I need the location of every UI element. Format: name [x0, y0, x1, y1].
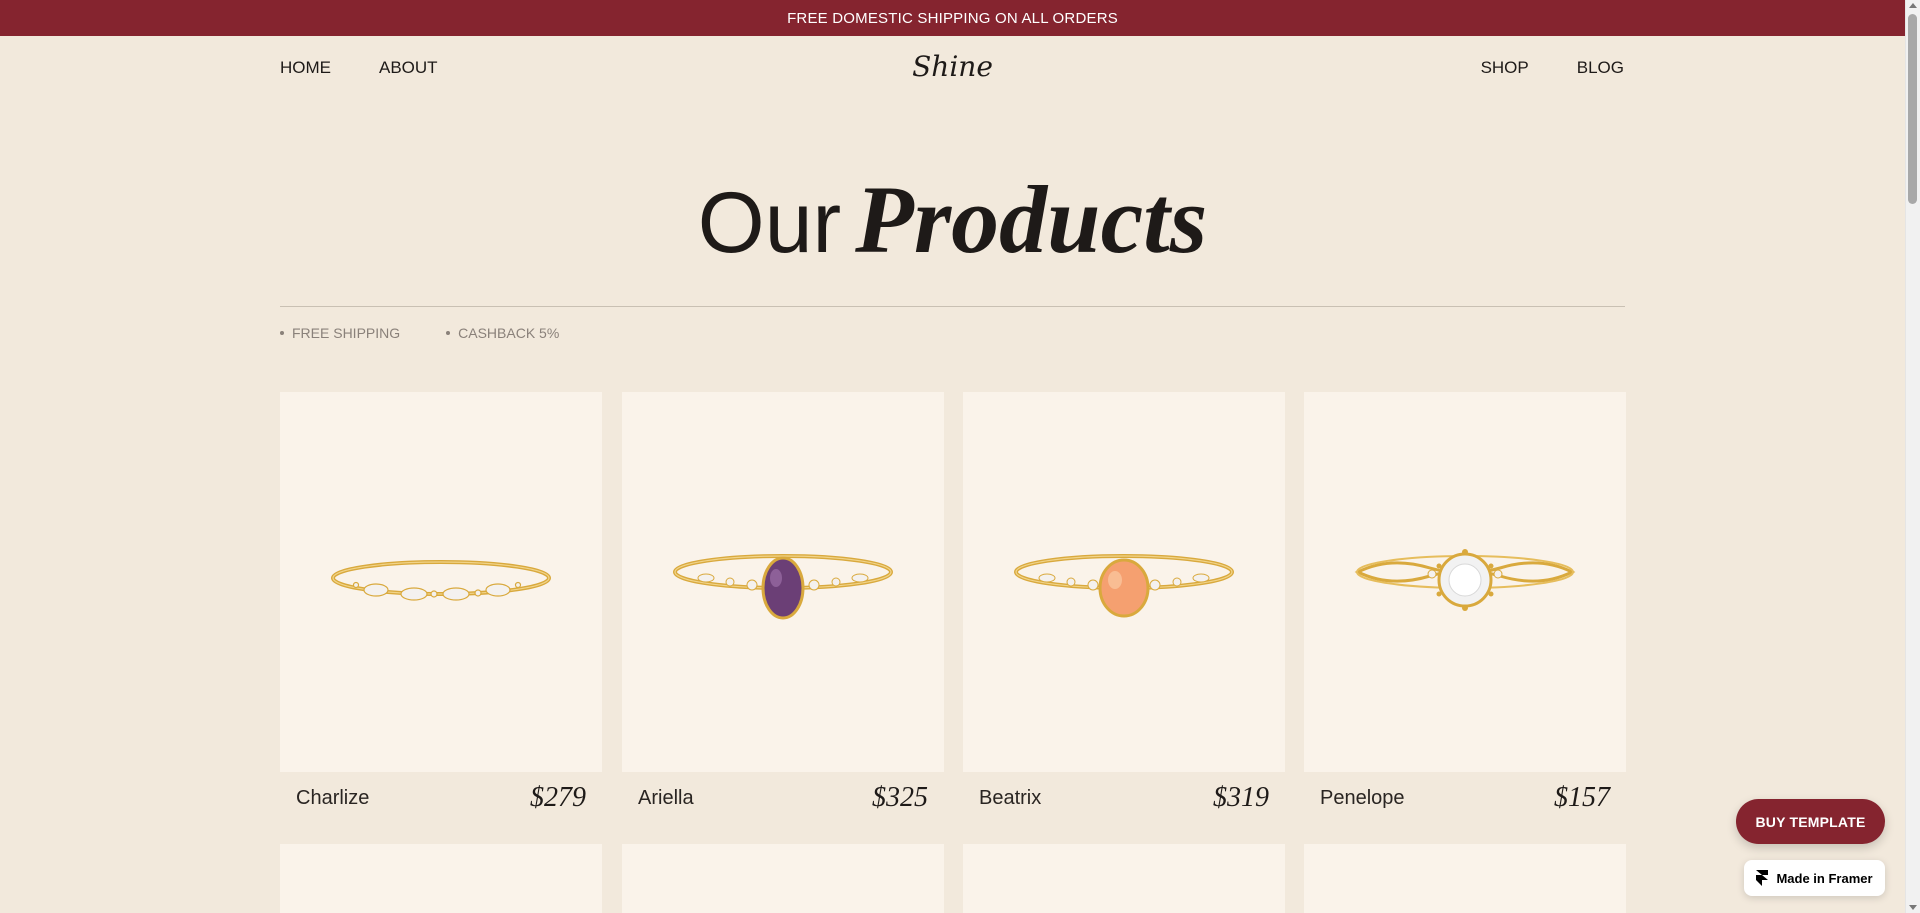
product-meta: Charlize $279: [280, 782, 602, 814]
product-meta: Beatrix $319: [963, 782, 1285, 814]
bullet-icon: [446, 331, 451, 335]
feature-item: CASHBACK 5%: [446, 325, 559, 341]
nav-right: SHOP BLOG: [1481, 58, 1624, 78]
buy-template-button[interactable]: BUY TEMPLATE: [1736, 799, 1885, 844]
product-name[interactable]: Penelope: [1320, 787, 1405, 810]
scroll-down-icon[interactable]: [1909, 905, 1917, 910]
bullet-icon: [280, 331, 284, 335]
product-meta: Penelope $157: [1304, 782, 1626, 814]
made-in-framer-label: Made in Framer: [1776, 870, 1873, 886]
feature-label: FREE SHIPPING: [292, 325, 401, 341]
product-card[interactable]: Charlize $279: [280, 392, 602, 814]
ring-icon: [331, 560, 551, 601]
scrollbar[interactable]: [1905, 0, 1920, 913]
stone-row: [352, 581, 522, 601]
ring-icon: [673, 554, 893, 620]
product-price: $157: [1554, 782, 1610, 813]
product-image[interactable]: [963, 392, 1285, 772]
product-card-next[interactable]: [963, 844, 1285, 913]
product-name[interactable]: Charlize: [296, 787, 369, 810]
product-card-next[interactable]: [280, 844, 602, 913]
product-meta: Ariella $325: [622, 782, 944, 814]
made-in-framer-badge[interactable]: Made in Framer: [1744, 860, 1885, 896]
product-price: $279: [530, 782, 586, 813]
product-price: $319: [1213, 782, 1269, 813]
nav-blog[interactable]: BLOG: [1577, 58, 1624, 78]
announcement-bar: FREE DOMESTIC SHIPPING ON ALL ORDERS: [0, 0, 1905, 36]
divider: [280, 306, 1625, 307]
ring-icon: [1014, 554, 1234, 618]
page-title: Our Products: [0, 172, 1905, 268]
product-price: $325: [872, 782, 928, 813]
product-card[interactable]: Ariella $325: [622, 392, 944, 814]
announcement-text: FREE DOMESTIC SHIPPING ON ALL ORDERS: [787, 9, 1118, 27]
product-card-next[interactable]: [1304, 844, 1626, 913]
product-image[interactable]: [1304, 392, 1626, 772]
page-title-plain: Our: [697, 175, 842, 271]
product-card[interactable]: Penelope $157: [1304, 392, 1626, 814]
product-image[interactable]: [280, 392, 602, 772]
scroll-up-icon[interactable]: [1909, 3, 1917, 8]
nav-shop[interactable]: SHOP: [1481, 58, 1529, 78]
product-image[interactable]: [622, 392, 944, 772]
product-card[interactable]: Beatrix $319: [963, 392, 1285, 814]
scroll-thumb[interactable]: [1908, 14, 1917, 204]
feature-label: CASHBACK 5%: [458, 325, 560, 341]
framer-logo-icon: [1756, 870, 1769, 886]
product-name[interactable]: Beatrix: [979, 787, 1041, 810]
feature-item: FREE SHIPPING: [280, 325, 400, 341]
product-card-next[interactable]: [622, 844, 944, 913]
ring-icon: [1354, 549, 1576, 611]
product-name[interactable]: Ariella: [638, 787, 694, 810]
page-title-italic: Products: [855, 166, 1208, 273]
feature-list: FREE SHIPPING CASHBACK 5%: [280, 325, 559, 341]
